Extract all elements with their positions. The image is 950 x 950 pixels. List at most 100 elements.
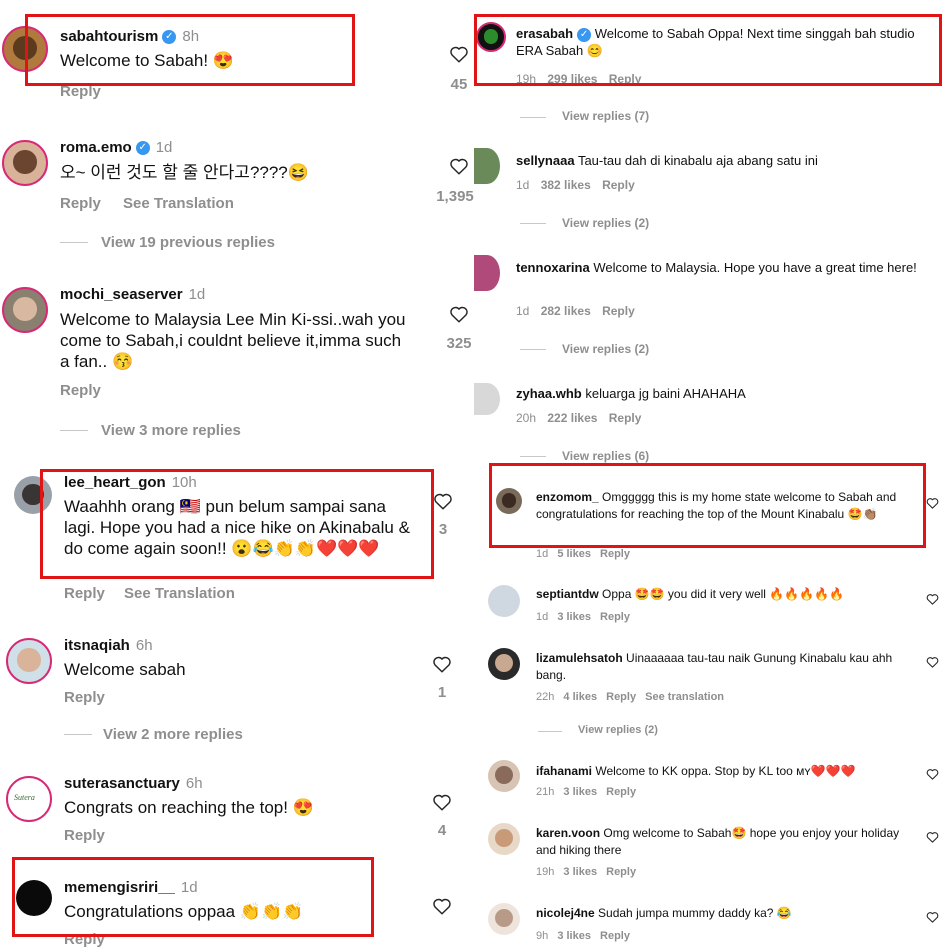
comment-username[interactable]: ifahanami — [536, 764, 592, 778]
heart-outline-icon[interactable] — [926, 656, 939, 668]
like-count[interactable]: 4 likes — [563, 691, 597, 703]
comment-time: 9h — [536, 930, 549, 942]
comment-text: Sudah jumpa mummy daddy ka? 😂 — [598, 906, 792, 920]
divider — [60, 242, 88, 243]
divider — [520, 456, 546, 457]
heart-outline-icon[interactable] — [449, 305, 469, 323]
comment-text: keluarga jg baini AHAHAHA — [585, 386, 746, 401]
comment-username[interactable]: suterasanctuary — [64, 775, 180, 792]
like-count: 45 — [450, 76, 468, 93]
see-translation-button[interactable]: See Translation — [124, 585, 235, 602]
reply-button[interactable]: Reply — [606, 691, 636, 703]
reply-button[interactable]: Reply — [60, 195, 101, 212]
avatar[interactable] — [2, 287, 48, 333]
comment-username[interactable]: nicolej4ne — [536, 906, 595, 920]
comment-username[interactable]: tennoxarina — [516, 260, 590, 275]
highlight-box — [12, 857, 374, 937]
highlight-box — [25, 14, 355, 86]
avatar[interactable] — [474, 255, 500, 291]
avatar[interactable] — [488, 903, 520, 935]
like-count[interactable]: 3 likes — [563, 786, 597, 798]
heart-outline-icon[interactable] — [433, 492, 453, 510]
reply-button[interactable]: Reply — [602, 304, 635, 318]
heart-outline-icon[interactable] — [926, 497, 939, 509]
like-count[interactable]: 5 likes — [557, 548, 591, 560]
heart-outline-icon[interactable] — [926, 911, 939, 923]
comment-username[interactable]: lizamulehsatoh — [536, 651, 623, 665]
right-comment-panel: erasabah ✓ Welcome to Sabah Oppa! Next ti… — [474, 0, 950, 950]
see-translation-button[interactable]: See Translation — [123, 195, 234, 212]
avatar[interactable] — [488, 585, 520, 617]
see-translation-button[interactable]: See translation — [645, 691, 724, 703]
like-count: 325 — [446, 335, 472, 352]
comment-time: 1d — [155, 139, 173, 156]
reply-button[interactable]: Reply — [64, 585, 105, 602]
reply-button[interactable]: Reply — [606, 866, 636, 878]
comment-text: Tau-tau dah di kinabalu aja abang satu i… — [577, 153, 818, 168]
heart-outline-icon[interactable] — [926, 768, 939, 780]
avatar[interactable] — [488, 760, 520, 792]
divider — [520, 349, 546, 350]
comment-time: 6h — [185, 775, 203, 792]
like-count[interactable]: 3 likes — [563, 866, 597, 878]
reply-button[interactable]: Reply — [600, 930, 630, 942]
like-count: 4 — [437, 822, 447, 839]
verified-badge-icon: ✓ — [135, 141, 150, 156]
view-replies-button[interactable]: View replies (2) — [562, 216, 649, 230]
comment-username[interactable]: zyhaa.whb — [516, 386, 582, 401]
like-count[interactable]: 222 likes — [547, 411, 597, 425]
view-replies-button[interactable]: View replies (6) — [562, 449, 649, 463]
like-count[interactable]: 3 likes — [557, 930, 591, 942]
view-replies-button[interactable]: View 2 more replies — [103, 726, 243, 743]
comment-username[interactable]: itsnaqiah — [64, 637, 130, 654]
reply-button[interactable]: Reply — [600, 548, 630, 560]
reply-button[interactable]: Reply — [60, 382, 101, 399]
avatar[interactable] — [474, 383, 500, 415]
comment-text: Welcome to KK oppa. Stop by KL too ᴍʏ❤️❤… — [595, 764, 856, 778]
avatar[interactable] — [488, 823, 520, 855]
view-replies-button[interactable]: View 3 more replies — [101, 422, 241, 439]
avatar[interactable] — [474, 148, 500, 184]
view-replies-button[interactable]: View replies (7) — [562, 109, 649, 123]
comment-text: Congrats on reaching the top! 😍 — [64, 798, 314, 817]
avatar-logo-text: Sutera — [14, 793, 35, 802]
reply-button[interactable]: Reply — [600, 611, 630, 623]
comment-time: 20h — [516, 411, 537, 425]
heart-outline-icon[interactable] — [432, 897, 452, 915]
heart-outline-icon[interactable] — [926, 831, 939, 843]
comment-time: 19h — [536, 866, 555, 878]
comment-time: 1d — [516, 304, 530, 318]
comment-username[interactable]: septiantdw — [536, 587, 599, 601]
view-replies-button[interactable]: View 19 previous replies — [101, 234, 275, 251]
avatar[interactable] — [488, 648, 520, 680]
heart-outline-icon[interactable] — [432, 655, 452, 673]
reply-button[interactable]: Reply — [609, 411, 642, 425]
reply-button[interactable]: Reply — [606, 786, 636, 798]
heart-outline-icon[interactable] — [926, 593, 939, 605]
heart-outline-icon[interactable] — [449, 157, 469, 175]
like-count[interactable]: 3 likes — [557, 611, 591, 623]
comment-username[interactable]: mochi_seaserver — [60, 286, 183, 303]
divider — [520, 223, 546, 224]
view-replies-button[interactable]: View replies (2) — [562, 342, 649, 356]
heart-outline-icon[interactable] — [449, 45, 469, 63]
like-count: 1,395 — [436, 188, 474, 205]
reply-button[interactable]: Reply — [64, 689, 105, 706]
view-replies-button[interactable]: View replies (2) — [578, 724, 658, 736]
comment-username[interactable]: sellynaaa — [516, 153, 575, 168]
comment-username[interactable]: roma.emo — [60, 139, 132, 156]
avatar[interactable] — [2, 140, 48, 186]
comment-time: 21h — [536, 786, 555, 798]
highlight-box — [489, 463, 926, 548]
comment-text: Welcome sabah — [64, 660, 186, 679]
like-count[interactable]: 282 likes — [541, 304, 591, 318]
divider — [60, 430, 88, 431]
heart-outline-icon[interactable] — [432, 793, 452, 811]
reply-button[interactable]: Reply — [64, 827, 105, 844]
like-count[interactable]: 382 likes — [541, 178, 591, 192]
avatar[interactable]: Sutera — [6, 776, 52, 822]
comment-username[interactable]: karen.voon — [536, 826, 600, 840]
divider — [520, 117, 546, 118]
reply-button[interactable]: Reply — [602, 178, 635, 192]
avatar[interactable] — [6, 638, 52, 684]
